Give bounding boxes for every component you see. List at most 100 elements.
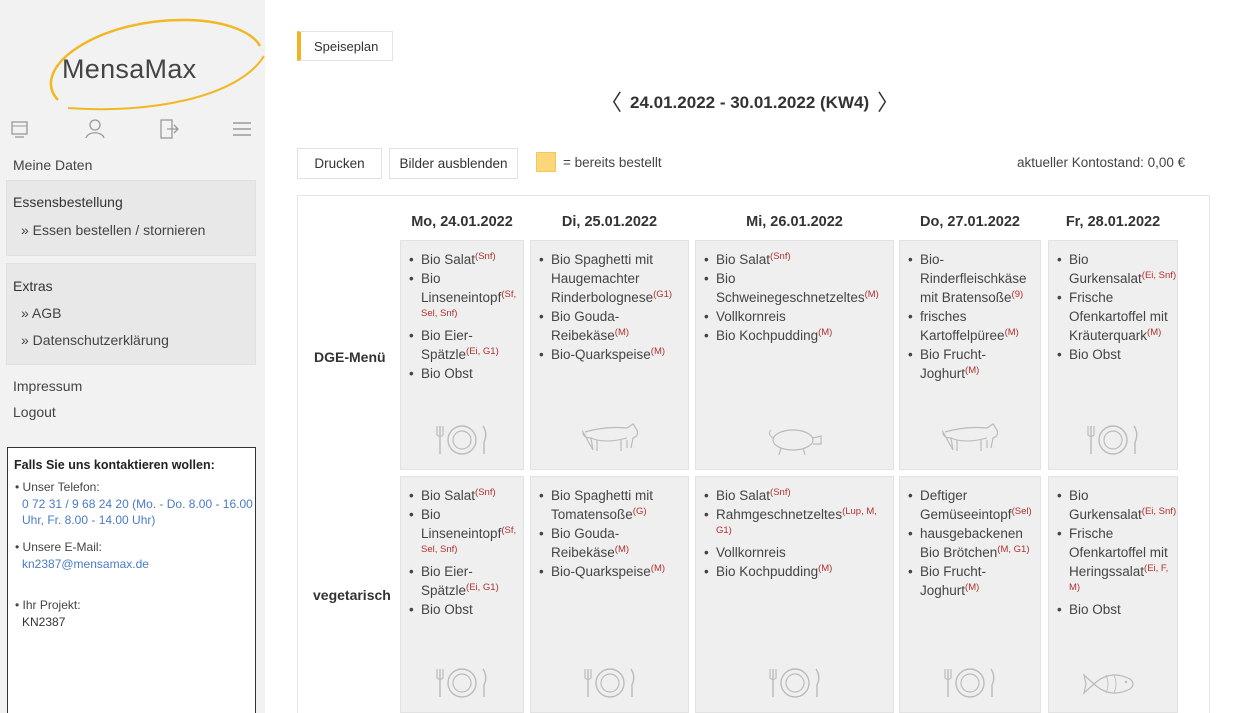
meal-item-name: Bio Kochpudding: [716, 564, 819, 579]
allergen-code: (M): [818, 563, 833, 574]
meal-item: frisches Kartoffelpüree(M): [900, 307, 1040, 345]
meal-cell[interactable]: Bio Gurkensalat(Ei, Snf)Frische Ofenkart…: [1048, 240, 1178, 470]
plate-icon: [942, 665, 998, 704]
agb-link[interactable]: » AGB: [21, 305, 61, 321]
plate-icon: [434, 422, 490, 461]
allergen-code: (M): [650, 563, 666, 574]
contact-box: Falls Sie uns kontaktieren wollen: • Uns…: [7, 447, 256, 713]
meal-item-name: Bio Linseneintopf: [421, 507, 502, 541]
tab-speiseplan[interactable]: Speiseplan: [297, 31, 394, 61]
meal-item-name: Bio Kochpudding: [716, 328, 819, 343]
account-balance: aktueller Kontostand: 0,00 €: [1017, 155, 1186, 170]
meal-item-name: Bio Salat: [716, 488, 771, 503]
meal-item: Bio Obst: [401, 600, 523, 619]
email-link[interactable]: kn2387@mensamax.de: [22, 556, 254, 572]
allergen-code: (M): [1147, 327, 1162, 338]
meal-list: Bio Salat(Snf)Bio Linseneintopf(Sf, Sel,…: [401, 250, 523, 383]
meal-cell[interactable]: Deftiger Gemüseeintopf(Sel)hausgebackene…: [899, 476, 1041, 713]
allergen-code: (M): [614, 544, 630, 555]
meal-item: Bio Linseneintopf(Sf, Sel, Snf): [401, 505, 523, 562]
allergen-code: (M): [1004, 327, 1019, 338]
day-header: Mo, 24.01.2022: [411, 214, 513, 230]
allergen-code: (Snf): [770, 251, 791, 262]
meal-item: Bio Obst: [401, 364, 523, 383]
meal-item-name: Bio-Quarkspeise: [551, 564, 651, 579]
allergen-code: (M): [650, 346, 666, 357]
meal-item-name: Bio Obst: [421, 602, 473, 617]
meal-item-name: Bio Gurkensalat: [1069, 488, 1142, 522]
meal-list: Bio Salat(Snf)Rahmgeschnetzeltes(Lup, M,…: [696, 486, 893, 581]
day-header: Mi, 26.01.2022: [746, 214, 843, 230]
logout-icon[interactable]: [158, 118, 180, 143]
meal-item-name: Bio Spaghetti mit Haugemachter Rinderbol…: [551, 252, 654, 305]
meal-item: hausgebackenen Bio Brötchen(M, G1): [900, 524, 1040, 562]
logo-text: MensaMax: [62, 54, 197, 84]
week-navigation: 〈 24.01.2022 - 30.01.2022 (KW4) 〉: [600, 92, 899, 114]
meal-item-name: Rahmgeschnetzeltes: [716, 507, 843, 522]
meal-item: Bio-Rinderfleischkäse mit Bratensoße(9): [900, 250, 1040, 307]
print-button[interactable]: Drucken: [297, 148, 382, 179]
contact-title: Falls Sie uns kontaktieren wollen:: [14, 458, 215, 472]
meal-item-name: Bio Obst: [421, 366, 473, 381]
allergen-code: (Snf): [475, 251, 496, 262]
allergen-code: (Ei, G1): [466, 582, 499, 593]
meal-cell[interactable]: Bio Spaghetti mit Haugemachter Rinderbol…: [530, 240, 689, 470]
hide-images-button[interactable]: Bilder ausblenden: [389, 148, 518, 179]
ordered-legend-swatch: [536, 152, 556, 172]
plate-icon: [1085, 422, 1141, 461]
meal-item: Deftiger Gemüseeintopf(Sel): [900, 486, 1040, 524]
meal-item: Bio Obst: [1049, 345, 1177, 364]
project-label: • Ihr Projekt:: [15, 598, 81, 612]
orders-title: Essensbestellung: [13, 194, 123, 210]
allergen-code: (M): [614, 327, 630, 338]
meal-cell[interactable]: Bio Salat(Snf) Bio Schweinegeschnetzeltes…: [695, 240, 894, 470]
orders-box: Essensbestellung » Essen bestellen / sto…: [6, 180, 256, 256]
meal-cell[interactable]: Bio Salat(Snf)Bio Linseneintopf(Sf, Sel,…: [400, 476, 524, 713]
privacy-link[interactable]: » Datenschutzerklärung: [21, 332, 169, 348]
meal-item: Bio Gouda-Reibekäse(M): [531, 307, 688, 345]
phone-label: • Unser Telefon:: [15, 480, 100, 494]
meal-list: Bio Gurkensalat(Ei, Snf)Frische Ofenkart…: [1049, 250, 1177, 364]
meal-item: Frische Ofenkartoffel mit Kräuterquark(M…: [1049, 288, 1177, 345]
meal-cell[interactable]: Bio Spaghetti mit Tomatensoße(G)Bio Goud…: [530, 476, 689, 713]
meal-item: Frische Ofenkartoffel mit Heringssalat(E…: [1049, 524, 1177, 600]
prev-week-icon[interactable]: 〈: [600, 92, 622, 114]
my-data-link[interactable]: Meine Daten: [13, 157, 92, 173]
meal-item: Bio Frucht-Joghurt(M): [900, 345, 1040, 383]
meal-item-name: Bio Gurkensalat: [1069, 252, 1142, 286]
menu-icon[interactable]: [232, 120, 252, 141]
meal-item: Bio Spaghetti mit Tomatensoße(G): [531, 486, 688, 524]
meal-item: Bio Salat(Snf): [696, 250, 893, 269]
impressum-link[interactable]: Impressum: [13, 378, 82, 394]
meal-cell[interactable]: Bio Gurkensalat(Ei, Snf)Frische Ofenkart…: [1048, 476, 1178, 713]
plate-icon: [767, 665, 823, 704]
sidebar: MensaMax Meine Daten Essensbestellung » …: [0, 0, 265, 713]
meal-item-name: Bio Schweinegeschnetzeltes: [716, 271, 865, 305]
logout-link[interactable]: Logout: [13, 404, 56, 420]
meal-item: Bio Salat(Snf): [401, 486, 523, 505]
meal-item: Bio Salat(Snf): [696, 486, 893, 505]
meal-item-name: Bio Salat: [421, 488, 476, 503]
allergen-code: (M): [965, 582, 980, 593]
user-icon[interactable]: [84, 118, 106, 143]
allergen-code: (Sel): [1011, 506, 1032, 517]
meal-item: Bio Gurkensalat(Ei, Snf): [1049, 250, 1177, 288]
meal-cell[interactable]: Bio-Rinderfleischkäse mit Bratensoße(9)f…: [899, 240, 1041, 470]
meal-item-name: Vollkornreis: [716, 309, 786, 324]
allergen-code: (M): [864, 289, 879, 300]
meal-item: Bio Salat(Snf): [401, 250, 523, 269]
meal-item-name: Bio Linseneintopf: [421, 271, 502, 305]
meal-item: Bio Frucht-Joghurt(M): [900, 562, 1040, 600]
meal-item-name: Bio Salat: [421, 252, 476, 267]
meal-cell[interactable]: Bio Salat(Snf)Rahmgeschnetzeltes(Lup, M,…: [695, 476, 894, 713]
meal-item: Bio Eier-Spätzle(Ei, G1): [401, 562, 523, 600]
order-food-link[interactable]: » Essen bestellen / stornieren: [21, 222, 205, 238]
phone-value[interactable]: 0 72 31 / 9 68 24 20 (Mo. - Do. 8.00 - 1…: [22, 496, 254, 528]
mensamax-logo[interactable]: MensaMax: [28, 8, 268, 118]
cart-icon[interactable]: [10, 118, 30, 143]
next-week-icon[interactable]: 〉: [877, 92, 899, 114]
meal-item-name: Bio Salat: [716, 252, 771, 267]
meal-list: Bio Gurkensalat(Ei, Snf)Frische Ofenkart…: [1049, 486, 1177, 619]
allergen-code: (G1): [653, 289, 673, 300]
meal-cell[interactable]: Bio Salat(Snf)Bio Linseneintopf(Sf, Sel,…: [400, 240, 524, 470]
